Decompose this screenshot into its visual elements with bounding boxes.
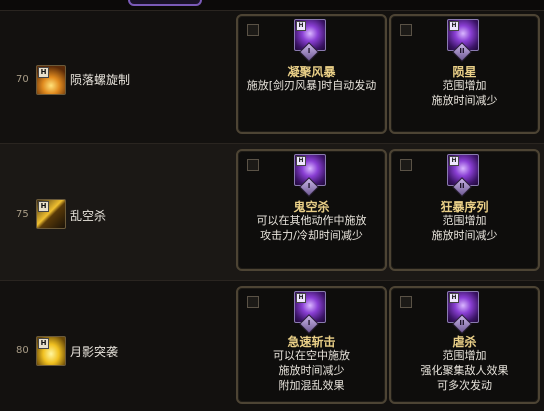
skill-row-80: 80 H 月影突袭 H I 急速斩击 可以在空中施放 施放时间减少 附加混乱效果…: [0, 280, 544, 411]
select-checkbox[interactable]: [400, 159, 412, 171]
talisman-card[interactable]: H II 狂暴序列 范围增加 施放时间减少: [389, 149, 540, 271]
card-description: 范围增加 施放时间减少: [431, 79, 498, 107]
talisman-card[interactable]: H II 虐杀 范围增加 强化聚集敌人效果 可多次发动: [389, 286, 540, 404]
tier-badge: II: [449, 177, 475, 197]
moon-shadow-icon[interactable]: H: [36, 336, 66, 366]
hotkey-icon: H: [296, 293, 306, 303]
hotkey-icon: H: [449, 293, 459, 303]
card-description: 范围增加 施放时间减少: [431, 214, 498, 242]
talisman-card[interactable]: H I 鬼空杀 可以在其他动作中施放 攻击力/冷却时间减少: [236, 149, 387, 271]
skill-name: 月影突袭: [70, 345, 119, 359]
hotkey-icon: H: [449, 156, 459, 166]
select-checkbox[interactable]: [247, 296, 259, 308]
skill-row-75: 75 H 乱空杀 H I 鬼空杀 可以在其他动作中施放 攻击力/冷却时间减少 H…: [0, 143, 544, 280]
tier-badge: II: [449, 42, 475, 62]
select-checkbox[interactable]: [400, 296, 412, 308]
tier-badge: I: [296, 314, 322, 334]
card-description: 可以在空中施放 施放时间减少 附加混乱效果: [273, 349, 350, 392]
skill-row-70: 70 H 陨落螺旋制 H I 凝聚风暴 施放[剑刃风暴]时自动发动 H II 陨…: [0, 10, 544, 143]
tier-badge: II: [449, 314, 475, 334]
skill-name: 陨落螺旋制: [70, 73, 131, 87]
hotkey-icon: H: [38, 201, 49, 212]
talisman-card[interactable]: H II 陨星 范围增加 施放时间减少: [389, 14, 540, 134]
chaos-slash-icon[interactable]: H: [36, 199, 66, 229]
active-tab-indicator[interactable]: [128, 0, 202, 6]
select-checkbox[interactable]: [400, 24, 412, 36]
card-description: 可以在其他动作中施放 攻击力/冷却时间减少: [256, 214, 367, 242]
level-label: 70: [16, 74, 29, 85]
hotkey-icon: H: [296, 21, 306, 31]
talisman-card[interactable]: H I 急速斩击 可以在空中施放 施放时间减少 附加混乱效果: [236, 286, 387, 404]
hotkey-icon: H: [449, 21, 459, 31]
level-label: 80: [16, 345, 29, 356]
card-description: 施放[剑刃风暴]时自动发动: [246, 79, 377, 92]
select-checkbox[interactable]: [247, 24, 259, 36]
card-description: 范围增加 强化聚集敌人效果 可多次发动: [420, 349, 509, 392]
hotkey-icon: H: [38, 338, 49, 349]
select-checkbox[interactable]: [247, 159, 259, 171]
hotkey-icon: H: [296, 156, 306, 166]
hotkey-icon: H: [38, 67, 49, 78]
tier-badge: I: [296, 177, 322, 197]
falling-spiral-icon[interactable]: H: [36, 65, 66, 95]
tier-badge: I: [296, 42, 322, 62]
level-label: 75: [16, 209, 29, 220]
talisman-card[interactable]: H I 凝聚风暴 施放[剑刃风暴]时自动发动: [236, 14, 387, 134]
skill-name: 乱空杀: [70, 209, 107, 223]
